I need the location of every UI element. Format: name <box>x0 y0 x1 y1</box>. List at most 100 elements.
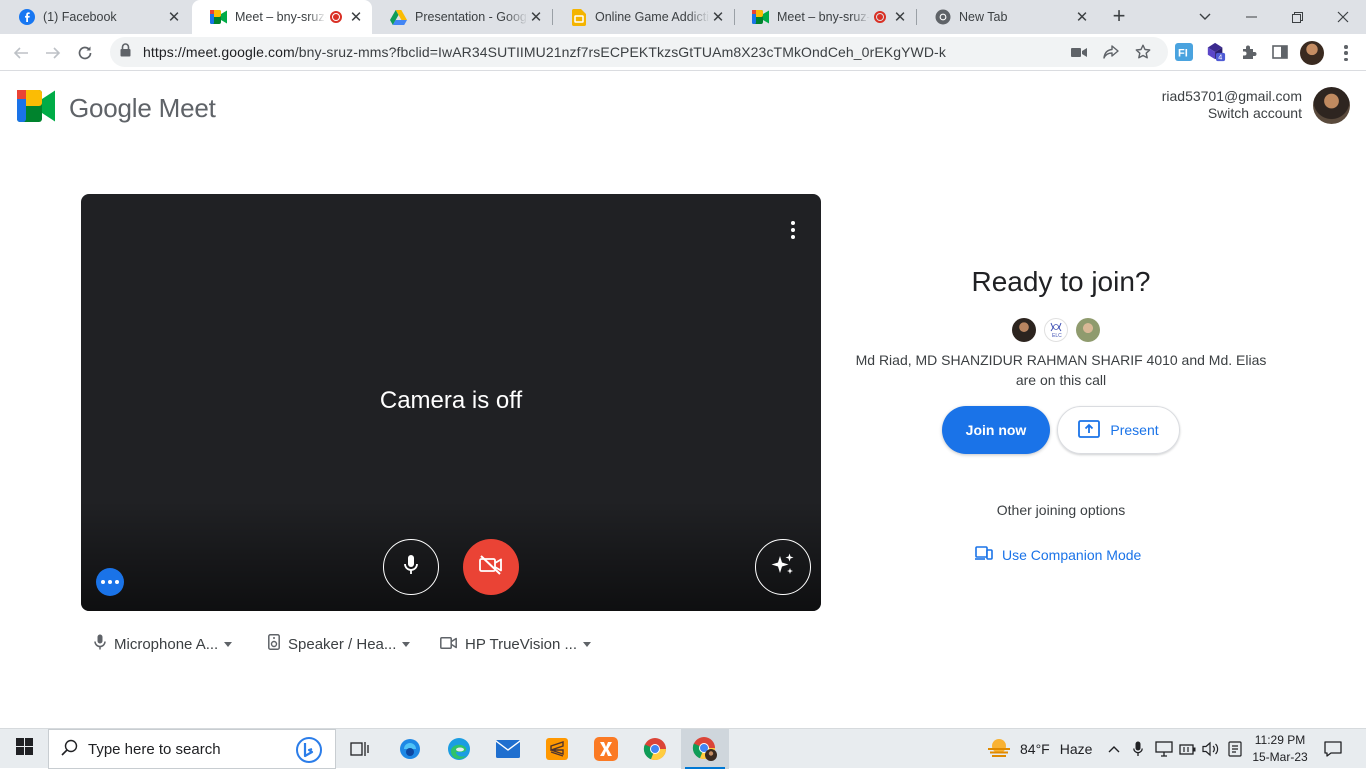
account-avatar[interactable] <box>1313 87 1350 124</box>
tab-presentation[interactable]: Presentation - Google Slides ✕ <box>372 0 552 34</box>
sublime-text-icon[interactable] <box>533 729 581 769</box>
volume-icon[interactable] <box>1202 729 1220 769</box>
windows-start-button[interactable] <box>0 729 48 769</box>
present-screen-icon <box>1078 419 1101 441</box>
task-view-icon[interactable] <box>336 729 384 769</box>
taskbar-search-box[interactable]: Type here to search <box>48 729 336 769</box>
google-meet-icon <box>752 9 769 26</box>
tab-title: Presentation - Google Slides <box>415 10 528 24</box>
chevron-down-icon <box>402 641 411 647</box>
tab-close-icon[interactable]: ✕ <box>348 9 364 26</box>
join-now-button[interactable]: Join now <box>942 406 1050 454</box>
tab-search-chevron-down-icon[interactable] <box>1182 0 1228 34</box>
lock-icon[interactable] <box>120 42 131 62</box>
weather-widget[interactable]: 84°F Haze <box>986 729 1092 769</box>
system-clock[interactable]: 11:29 PM 15-Mar-23 <box>1248 732 1312 766</box>
tab-close-icon[interactable]: ✕ <box>892 9 908 26</box>
tab-close-icon[interactable]: ✕ <box>528 9 544 26</box>
companion-devices-icon <box>975 546 993 563</box>
present-button[interactable]: Present <box>1057 406 1180 454</box>
weather-temperature: 84°F <box>1020 741 1050 757</box>
more-options-button[interactable] <box>96 568 124 596</box>
edge-browser-icon[interactable] <box>435 729 483 769</box>
tab-title: (1) Facebook <box>43 10 117 24</box>
notification-center-icon[interactable] <box>1324 729 1342 769</box>
svg-text:ELC: ELC <box>1052 333 1062 339</box>
clock-date: 15-Mar-23 <box>1252 750 1308 764</box>
battery-plug-icon[interactable] <box>1179 729 1197 769</box>
network-icon[interactable] <box>1155 729 1173 769</box>
switch-account-link[interactable]: Switch account <box>1162 105 1302 122</box>
recording-indicator-icon <box>874 11 886 23</box>
reload-icon[interactable] <box>72 40 98 66</box>
tab-facebook[interactable]: (1) Facebook ✕ <box>0 0 190 34</box>
weather-description: Haze <box>1059 741 1093 757</box>
browser-menu-icon[interactable] <box>1338 43 1354 63</box>
share-icon[interactable] <box>1102 44 1120 60</box>
chevron-down-icon <box>224 641 233 647</box>
speaker-icon <box>268 634 280 654</box>
new-tab-button[interactable]: + <box>1108 5 1130 28</box>
widgets-app-icon[interactable] <box>386 729 434 769</box>
chrome-profile-taskbar-icon[interactable] <box>681 729 729 769</box>
tab-online-game-addiction[interactable]: Online Game Addiction ✕ <box>552 0 734 34</box>
mail-app-icon[interactable] <box>484 729 532 769</box>
recording-indicator-icon <box>330 11 342 23</box>
tab-title: Meet – bny-sruz-mms <box>777 10 870 24</box>
google-meet-icon <box>17 90 55 127</box>
video-preview: Camera is off <box>81 194 821 611</box>
companion-mode-label: Use Companion Mode <box>1002 546 1142 563</box>
camera-toggle-button[interactable] <box>463 539 519 595</box>
companion-mode-link[interactable]: Use Companion Mode <box>975 546 1141 563</box>
tab-close-icon[interactable]: ✕ <box>1074 9 1090 26</box>
restore-button[interactable] <box>1274 0 1320 34</box>
speaker-select[interactable]: Speaker / Hea... <box>268 633 411 655</box>
back-arrow-icon[interactable] <box>8 40 34 66</box>
language-ime-icon[interactable] <box>1228 729 1242 769</box>
participants-suffix: are on this call <box>1015 372 1107 388</box>
tab-close-icon[interactable]: ✕ <box>710 9 726 26</box>
extension-fi-icon[interactable]: FI <box>1174 42 1194 62</box>
google-drive-icon <box>390 9 407 26</box>
xampp-icon[interactable] <box>582 729 630 769</box>
extension-badge-icon[interactable]: 4 <box>1206 42 1226 62</box>
search-icon <box>61 739 78 760</box>
bookmark-star-icon[interactable] <box>1134 44 1152 60</box>
extensions-puzzle-icon[interactable] <box>1238 42 1258 62</box>
camera-in-use-icon[interactable] <box>1070 44 1088 60</box>
google-meet-logo[interactable]: Google Meet <box>17 90 216 127</box>
participant-avatar <box>1076 318 1100 342</box>
tab-new-tab[interactable]: New Tab ✕ <box>916 0 1098 34</box>
microphone-button[interactable] <box>383 539 439 595</box>
sparkle-icon <box>770 552 796 583</box>
address-bar[interactable]: https://meet.google.com/bny-sruz-mms?fbc… <box>110 37 1168 67</box>
chrome-taskbar-icon[interactable] <box>631 729 679 769</box>
microphone-tray-icon[interactable] <box>1133 729 1143 769</box>
chrome-icon <box>934 9 951 26</box>
camera-select[interactable]: HP TrueVision ... <box>440 633 592 655</box>
camera-off-icon <box>478 554 504 581</box>
participant-avatar: ELC <box>1044 318 1068 342</box>
preview-more-options-icon[interactable] <box>781 218 805 242</box>
tab-close-icon[interactable]: ✕ <box>166 9 182 26</box>
show-hidden-icons-chevron-icon[interactable] <box>1108 729 1120 769</box>
tab-meet-second[interactable]: Meet – bny-sruz-mms ✕ <box>734 0 916 34</box>
microphone-icon <box>94 634 106 654</box>
bing-icon[interactable] <box>295 737 323 767</box>
account-info: riad53701@gmail.com Switch account <box>1162 88 1302 122</box>
visual-effects-button[interactable] <box>755 539 811 595</box>
side-panel-icon[interactable] <box>1270 42 1290 62</box>
tab-meet-active[interactable]: Meet – bny-sruz-mms ✕ <box>192 0 372 34</box>
microphone-select[interactable]: Microphone A... <box>94 633 233 655</box>
camera-off-text: Camera is off <box>379 387 523 414</box>
close-window-button[interactable] <box>1320 0 1366 34</box>
tab-title: Meet – bny-sruz-mms <box>235 10 326 24</box>
speaker-select-label: Speaker / Hea... <box>288 635 397 653</box>
profile-avatar[interactable] <box>1300 41 1324 65</box>
minimize-button[interactable] <box>1228 0 1274 34</box>
account-email: riad53701@gmail.com <box>1161 88 1302 104</box>
clock-time: 11:29 PM <box>1254 733 1306 747</box>
forward-arrow-icon[interactable] <box>40 40 66 66</box>
camera-select-label: HP TrueVision ... <box>465 635 578 653</box>
facebook-icon <box>18 9 35 26</box>
